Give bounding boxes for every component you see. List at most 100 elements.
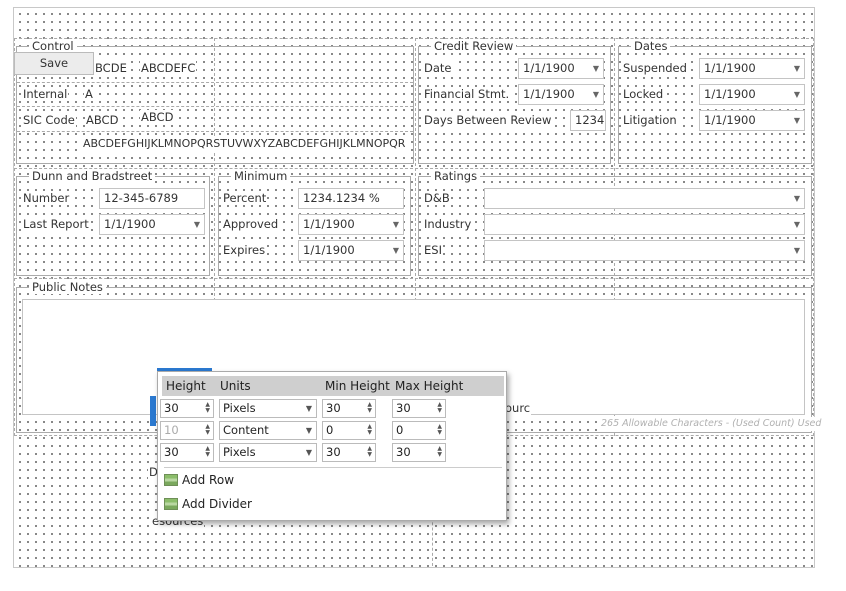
industry-label: Industry — [423, 217, 473, 231]
group-legend: Credit Review — [431, 39, 517, 53]
spin-updown-icon: ▲ ▼ — [205, 423, 210, 436]
chevron-down-icon[interactable]: ▼ — [393, 215, 399, 234]
row-height-value: 30 — [164, 401, 179, 415]
spin-updown-icon[interactable]: ▲ ▼ — [205, 446, 210, 458]
dnb-label: D&B — [423, 191, 451, 205]
suspended-date-picker[interactable]: 1/1/1900 ▼ — [699, 58, 805, 79]
locked-value: 1/1/1900 — [704, 87, 756, 101]
row-min-height-spinner[interactable]: 30 ▲ ▼ — [322, 443, 376, 462]
last-report-date-picker[interactable]: 1/1/1900 ▼ — [99, 214, 205, 235]
group-legend: Dunn and Bradstreet — [29, 169, 156, 183]
popup-header: Height Units Min Height Max Height — [162, 376, 504, 396]
chevron-down-icon[interactable]: ▼ — [306, 400, 312, 417]
row-units-select[interactable]: Pixels ▼ — [219, 443, 317, 462]
row-units-value: Pixels — [223, 401, 256, 415]
row-max-height-value: 30 — [396, 445, 411, 459]
chevron-down-icon[interactable]: ▼ — [794, 59, 800, 78]
duns-number-input[interactable]: 12-345-6789 — [99, 188, 205, 209]
expires-value: 1/1/1900 — [303, 243, 355, 257]
row-height-spinner: 10 ▲ ▼ — [160, 421, 214, 440]
chevron-down-icon[interactable]: ▼ — [306, 422, 312, 439]
row-guide — [17, 131, 413, 132]
row-max-height-spinner[interactable]: 30 ▲ ▼ — [392, 399, 446, 418]
days-between-review-label: Days Between Review — [423, 113, 553, 127]
internal-value: A — [84, 87, 94, 101]
chevron-down-icon[interactable]: ▼ — [794, 215, 800, 234]
esi-rating-select[interactable]: ▼ — [484, 240, 805, 261]
spin-updown-icon[interactable]: ▲ ▼ — [367, 424, 372, 436]
chevron-down-icon[interactable]: ▼ — [393, 241, 399, 260]
industry-rating-select[interactable]: ▼ — [484, 214, 805, 235]
row-guide — [17, 106, 413, 107]
spin-updown-icon[interactable]: ▲ ▼ — [205, 402, 210, 414]
row-min-height-spinner[interactable]: 0 ▲ ▼ — [322, 421, 376, 440]
approved-date-picker[interactable]: 1/1/1900 ▼ — [298, 214, 404, 235]
units-column-header: Units — [220, 379, 251, 393]
row-max-height-value: 30 — [396, 401, 411, 415]
chevron-down-icon[interactable]: ▼ — [194, 215, 200, 234]
financial-stmt-label: Financial Stmt. — [423, 87, 511, 101]
expires-date-picker[interactable]: 1/1/1900 ▼ — [298, 240, 404, 261]
spin-updown-icon[interactable]: ▲ ▼ — [367, 402, 372, 414]
spin-updown-icon[interactable]: ▲ ▼ — [437, 424, 442, 436]
row-max-height-spinner[interactable]: 0 ▲ ▼ — [392, 421, 446, 440]
group-legend: Ratings — [431, 169, 481, 183]
row-height-value: 30 — [164, 445, 179, 459]
spin-updown-icon[interactable]: ▲ ▼ — [437, 402, 442, 414]
row-height-spinner[interactable]: 30 ▲ ▼ — [160, 443, 214, 462]
popup-divider — [164, 467, 502, 468]
row-units-select[interactable]: Content ▼ — [219, 421, 317, 440]
group-legend: Minimum — [231, 169, 291, 183]
row-min-height-spinner[interactable]: 30 ▲ ▼ — [322, 399, 376, 418]
save-button[interactable]: Save — [14, 52, 94, 75]
chevron-down-icon[interactable]: ▼ — [794, 241, 800, 260]
spin-updown-icon[interactable]: ▲ ▼ — [437, 446, 442, 458]
esi-label: ESI — [423, 243, 443, 257]
row-height-spinner[interactable]: 30 ▲ ▼ — [160, 399, 214, 418]
date-label: Date — [423, 61, 453, 75]
approved-label: Approved — [222, 217, 280, 231]
percent-value: 1234.1234 % — [303, 191, 380, 205]
litigation-date-picker[interactable]: 1/1/1900 ▼ — [699, 110, 805, 131]
percent-label: Percent — [222, 191, 268, 205]
days-between-review-input[interactable]: 12345 — [570, 110, 606, 131]
add-divider-label: Add Divider — [182, 497, 252, 511]
last-report-label: Last Report — [22, 217, 90, 231]
chevron-down-icon[interactable]: ▼ — [593, 85, 599, 104]
row-guide — [14, 278, 814, 279]
spin-updown-icon[interactable]: ▲ ▼ — [367, 446, 372, 458]
chevron-down-icon[interactable]: ▼ — [593, 59, 599, 78]
chevron-down-icon[interactable]: ▼ — [306, 444, 312, 461]
chevron-down-icon[interactable]: ▼ — [794, 189, 800, 208]
table-row-icon — [164, 498, 178, 510]
height-column-header: Height — [166, 379, 206, 393]
row-min-height-value: 30 — [326, 445, 341, 459]
add-row-label: Add Row — [182, 473, 235, 487]
row-max-height-spinner[interactable]: 30 ▲ ▼ — [392, 443, 446, 462]
chevron-down-icon[interactable]: ▼ — [794, 85, 800, 104]
percent-input[interactable]: 1234.1234 % — [298, 188, 404, 209]
group-legend: Control — [29, 39, 77, 53]
dnb-rating-select[interactable]: ▼ — [484, 188, 805, 209]
notes-character-counter: 265 Allowable Characters - (Used Count) … — [600, 417, 823, 431]
row-definition-popup[interactable]: Height Units Min Height Max Height 30 ▲ ▼ … — [157, 371, 507, 521]
row-guide — [17, 82, 413, 83]
financial-stmt-picker[interactable]: 1/1/1900 ▼ — [518, 84, 604, 105]
add-row-button[interactable]: Add Row — [164, 470, 234, 490]
partial-text: ourc — [504, 401, 532, 415]
suspended-label: Suspended — [622, 61, 688, 75]
expires-label: Expires — [222, 243, 267, 257]
min-height-column-header: Min Height — [325, 379, 390, 393]
date-picker[interactable]: 1/1/1900 ▼ — [518, 58, 604, 79]
control-text-1: BCDE — [94, 61, 128, 75]
sic-code-value-2: ABCD — [140, 110, 175, 124]
row-max-height-value: 0 — [396, 423, 404, 437]
row-units-select[interactable]: Pixels ▼ — [219, 399, 317, 418]
approved-value: 1/1/1900 — [303, 217, 355, 231]
locked-date-picker[interactable]: 1/1/1900 ▼ — [699, 84, 805, 105]
add-divider-button[interactable]: Add Divider — [164, 494, 252, 514]
long-text-value: ABCDEFGHIJKLMNOPQRSTUVWXYZABCDEFGHIJKLMN… — [82, 137, 407, 151]
sic-code-label: SIC Code — [22, 113, 76, 127]
date-value: 1/1/1900 — [523, 61, 575, 75]
chevron-down-icon[interactable]: ▼ — [794, 111, 800, 130]
